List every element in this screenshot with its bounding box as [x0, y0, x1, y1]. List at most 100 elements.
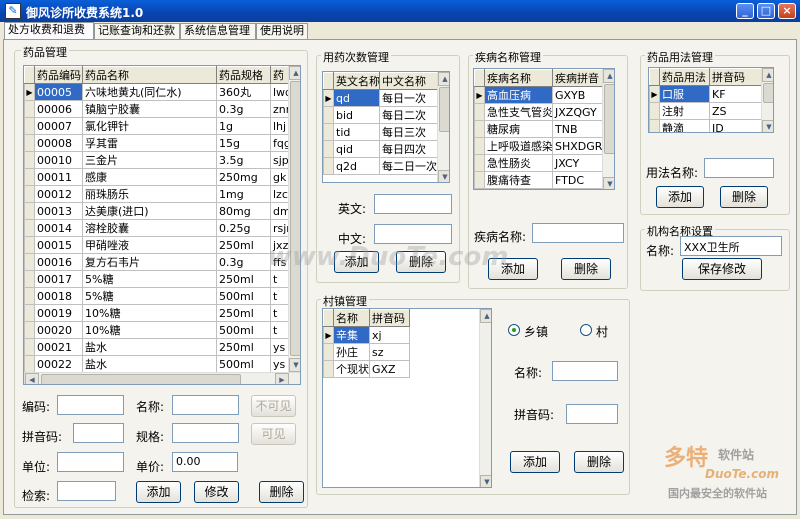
- table-row[interactable]: 00010 三金片 3.5g sjp: [24, 151, 289, 169]
- table-cell[interactable]: JD: [709, 119, 762, 132]
- table-row[interactable]: 00020 10%糖 500ml t: [24, 321, 289, 339]
- table-row[interactable]: 糖尿病 TNB: [474, 120, 603, 138]
- table-cell[interactable]: 00018: [34, 287, 83, 305]
- row-indicator[interactable]: [474, 120, 485, 138]
- table-cell[interactable]: 500ml: [216, 287, 271, 305]
- scroll-down-icon[interactable]: ▼: [289, 358, 300, 372]
- table-cell[interactable]: lwd: [270, 83, 289, 101]
- disease-delete-button[interactable]: 删除: [561, 258, 611, 280]
- table-row[interactable]: ▶ 高血压病 GXYB: [474, 86, 603, 104]
- village-radio[interactable]: [580, 324, 592, 336]
- table-row[interactable]: bid 每日二次: [323, 106, 438, 124]
- table-row[interactable]: 00011 感康 250mg gk: [24, 168, 289, 186]
- table-cell[interactable]: 糖尿病: [484, 120, 553, 138]
- table-cell[interactable]: 15g: [216, 134, 271, 152]
- drug-vscroll[interactable]: ▲ ▼: [288, 66, 300, 372]
- table-cell[interactable]: fqg: [270, 134, 289, 152]
- table-cell[interactable]: tid: [333, 123, 380, 141]
- column-header[interactable]: 药品编码: [34, 66, 83, 84]
- table-cell[interactable]: 250ml: [216, 236, 271, 254]
- table-cell[interactable]: ys: [270, 355, 289, 373]
- scroll-down-icon[interactable]: ▼: [438, 170, 449, 182]
- table-cell[interactable]: FTDC: [552, 171, 603, 189]
- table-row[interactable]: 00014溶栓胶囊0.25grsjn: [24, 219, 289, 237]
- row-pointer-icon[interactable]: ▶: [323, 89, 334, 107]
- column-header[interactable]: 药品用法: [659, 68, 710, 86]
- table-row[interactable]: 注射 ZS: [649, 102, 762, 120]
- table-cell[interactable]: 360丸: [216, 83, 271, 101]
- scroll-down-icon[interactable]: ▼: [603, 177, 614, 189]
- save-button[interactable]: 保存修改: [682, 258, 762, 280]
- table-cell[interactable]: gk: [270, 168, 289, 186]
- village-delete-button[interactable]: 删除: [574, 451, 624, 473]
- table-cell[interactable]: GXZ: [369, 360, 410, 378]
- table-cell[interactable]: bid: [333, 106, 380, 124]
- table-cell[interactable]: 00006: [34, 100, 83, 118]
- usage-delete-button[interactable]: 删除: [720, 186, 768, 208]
- table-cell[interactable]: dm: [270, 202, 289, 220]
- disease-name-input[interactable]: [532, 223, 624, 243]
- usage-vscroll[interactable]: ▲ ▼: [761, 68, 773, 132]
- hscroll-thumb[interactable]: [41, 374, 241, 384]
- table-cell[interactable]: 达美康(进口): [82, 202, 217, 220]
- table-row[interactable]: 上呼吸道感染 SHXDGR: [474, 137, 603, 155]
- table-cell[interactable]: ys: [270, 338, 289, 356]
- table-row[interactable]: 孙庄 sz: [323, 343, 410, 361]
- price-input[interactable]: 0.00: [172, 452, 238, 472]
- table-cell[interactable]: lzc: [270, 185, 289, 203]
- table-cell[interactable]: 每日四次: [379, 140, 438, 158]
- table-row[interactable]: ▶ qd 每日一次: [323, 89, 438, 107]
- scroll-thumb[interactable]: [290, 81, 300, 356]
- table-cell[interactable]: 辛集: [333, 326, 370, 344]
- drug-add-button[interactable]: 添加: [136, 481, 181, 503]
- code-input[interactable]: [57, 395, 124, 415]
- drug-edit-button[interactable]: 修改: [194, 481, 239, 503]
- row-indicator[interactable]: [649, 119, 660, 132]
- table-cell[interactable]: 0.3g: [216, 100, 271, 118]
- table-cell[interactable]: sjp: [270, 151, 289, 169]
- table-cell[interactable]: 500ml: [216, 321, 271, 339]
- row-indicator[interactable]: [24, 202, 35, 220]
- column-header[interactable]: 疾病名称: [484, 69, 553, 87]
- row-indicator[interactable]: [24, 270, 35, 288]
- column-header[interactable]: 名称: [333, 309, 370, 327]
- table-cell[interactable]: 复方石韦片: [82, 253, 217, 271]
- table-cell[interactable]: 00007: [34, 117, 83, 135]
- table-row[interactable]: 个现状 GXZ: [323, 360, 410, 378]
- column-header[interactable]: 英文名称: [333, 72, 380, 90]
- row-indicator[interactable]: [24, 338, 35, 356]
- column-header[interactable]: 药品规格: [216, 66, 271, 84]
- row-indicator[interactable]: [323, 360, 334, 378]
- scroll-down-icon[interactable]: ▼: [480, 475, 491, 487]
- table-cell[interactable]: 盐水: [82, 355, 217, 373]
- table-cell[interactable]: t: [270, 304, 289, 322]
- table-cell[interactable]: JXZQGY: [552, 103, 603, 121]
- table-row[interactable]: 00016 复方石韦片 0.3g ffs: [24, 253, 289, 271]
- table-row[interactable]: 00012 丽珠肠乐 1mg lzc: [24, 185, 289, 203]
- table-cell[interactable]: 口服: [659, 85, 710, 103]
- column-header[interactable]: 药: [270, 66, 289, 84]
- row-indicator[interactable]: [24, 100, 35, 118]
- table-cell[interactable]: 上呼吸道感染: [484, 137, 553, 155]
- table-cell[interactable]: SHXDGR: [552, 137, 603, 155]
- table-cell[interactable]: 静滴: [659, 119, 710, 132]
- table-row[interactable]: ▶ 口服 KF: [649, 85, 762, 103]
- row-pointer-icon[interactable]: ▶: [474, 86, 485, 104]
- disease-vscroll[interactable]: ▲ ▼: [602, 69, 614, 189]
- table-cell[interactable]: JXCY: [552, 154, 603, 172]
- table-cell[interactable]: 250ml: [216, 304, 271, 322]
- scroll-up-icon[interactable]: ▲: [289, 66, 300, 80]
- table-row[interactable]: 静滴 JD: [649, 119, 762, 132]
- unit-input[interactable]: [57, 452, 124, 472]
- search-input[interactable]: [57, 481, 116, 501]
- table-cell[interactable]: 三金片: [82, 151, 217, 169]
- scroll-up-icon[interactable]: ▲: [438, 72, 449, 86]
- column-header[interactable]: 拼音码: [709, 68, 762, 86]
- table-cell[interactable]: 00012: [34, 185, 83, 203]
- table-cell[interactable]: 3.5g: [216, 151, 271, 169]
- table-cell[interactable]: 1mg: [216, 185, 271, 203]
- usage-grid[interactable]: 药品用法 拼音码 ▶ 口服 KF 注射 ZS 静滴 JD ▲ ▼: [648, 67, 774, 133]
- table-cell[interactable]: KF: [709, 85, 762, 103]
- table-cell[interactable]: 00013: [34, 202, 83, 220]
- maximize-button[interactable]: □: [757, 3, 775, 19]
